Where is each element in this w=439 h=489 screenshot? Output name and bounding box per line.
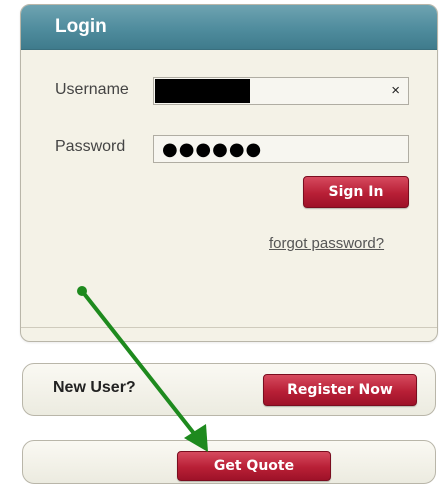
forgot-password-link[interactable]: forgot password? [269,235,384,252]
register-now-button[interactable]: Register Now [263,374,417,406]
page: Login Username × Password ●●●●●● Sign In… [0,0,439,489]
close-icon[interactable]: × [391,82,400,99]
new-user-label: New User? [53,379,136,396]
password-mask: ●●●●●● [162,139,263,160]
username-label: Username [55,81,129,98]
password-label: Password [55,138,126,155]
panel-divider [21,327,437,328]
login-title: Login [55,16,107,37]
redacted-username [155,79,250,103]
quote-panel: Get Quote [22,440,436,484]
login-panel: Login Username × Password ●●●●●● Sign In… [20,4,438,342]
get-quote-button[interactable]: Get Quote [177,451,331,481]
login-header: Login [21,5,437,50]
sign-in-button[interactable]: Sign In [303,176,409,208]
username-input[interactable]: × [153,77,409,105]
new-user-panel: New User? Register Now [22,363,436,416]
password-input[interactable]: ●●●●●● [153,135,409,163]
